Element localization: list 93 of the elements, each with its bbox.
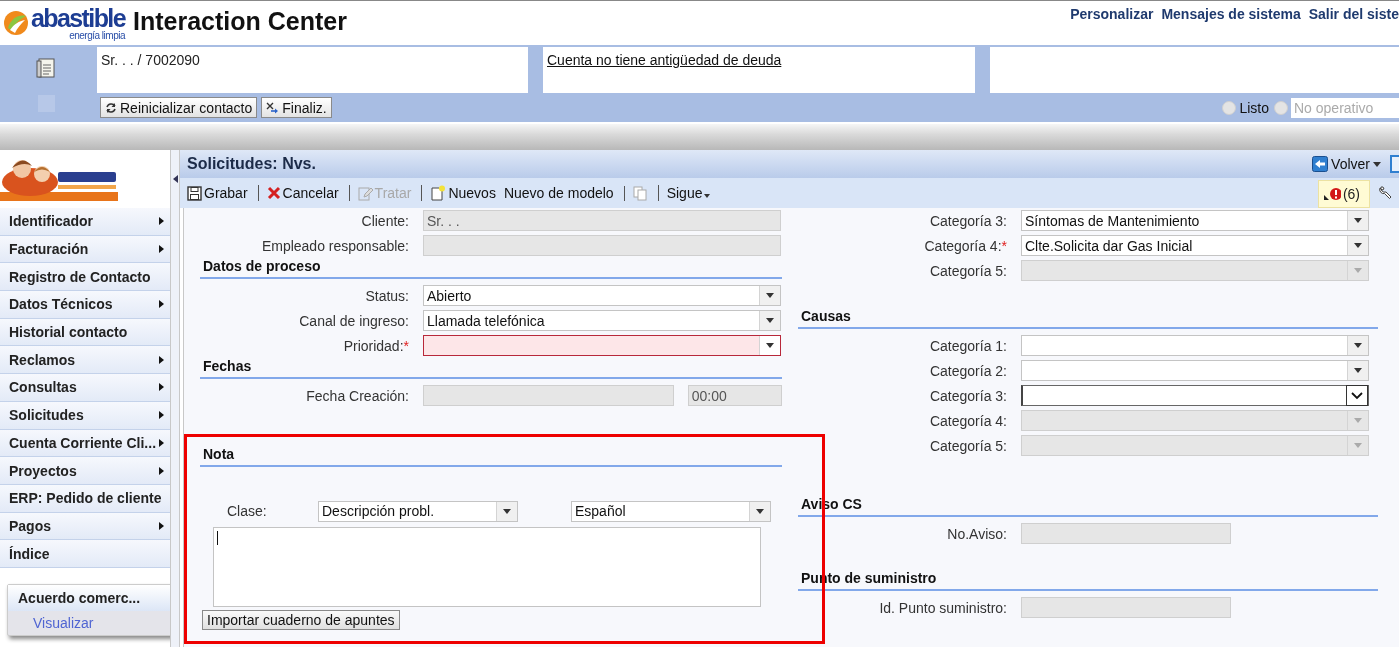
field-label: Canal de ingreso: bbox=[298, 312, 409, 329]
alert-icon bbox=[1322, 187, 1341, 201]
dropdown[interactable] bbox=[423, 335, 781, 356]
section-heading: Fechas bbox=[200, 358, 782, 379]
nav-item[interactable]: Proyectos bbox=[0, 457, 170, 485]
nav-item[interactable]: Historial contacto bbox=[0, 318, 170, 347]
import-button[interactable]: Importar cuaderno de apuntes bbox=[202, 610, 400, 630]
wrench-icon[interactable] bbox=[1378, 185, 1394, 201]
chevron-icon bbox=[1351, 391, 1363, 400]
field-label: Id. Punto suministro: bbox=[878, 599, 1007, 616]
dropdown[interactable]: Abierto bbox=[423, 285, 781, 306]
nav-item[interactable]: Reclamos bbox=[0, 346, 170, 375]
radio-label: Listo bbox=[1239, 99, 1269, 116]
nav-item[interactable]: Cuenta Corriente Cli... bbox=[0, 429, 170, 458]
nav-item[interactable]: Datos Técnicos bbox=[0, 291, 170, 319]
back-button[interactable]: Volver bbox=[1308, 156, 1385, 172]
refresh-icon bbox=[105, 101, 117, 114]
contact-button[interactable]: Finaliz. bbox=[261, 97, 332, 118]
field-label: Prioridad:* bbox=[342, 337, 409, 354]
nav-item[interactable]: Pagos bbox=[0, 512, 170, 541]
section-heading: Datos de proceso bbox=[200, 258, 782, 279]
field-label: Clase: bbox=[227, 503, 268, 519]
popup-title: Acuerdo comerc... bbox=[8, 584, 173, 611]
popup-link[interactable]: Visualizar bbox=[8, 610, 173, 635]
submenu-arrow-icon bbox=[159, 521, 164, 530]
clipboard-icon[interactable] bbox=[35, 57, 57, 79]
nav-item[interactable]: Identificador bbox=[0, 208, 170, 236]
submenu-arrow-icon bbox=[159, 383, 164, 392]
header-link[interactable]: Salir del siste bbox=[1308, 6, 1399, 22]
logo-wordmark: abastible bbox=[31, 5, 125, 31]
submenu-arrow-icon bbox=[159, 300, 164, 309]
toolbar-button[interactable]: Grabar bbox=[185, 185, 250, 201]
submenu-arrow-icon bbox=[159, 466, 164, 475]
save-icon bbox=[187, 185, 202, 201]
debt-link[interactable]: Cuenta no tiene antigüedad de deuda bbox=[547, 52, 782, 68]
radio-button[interactable] bbox=[1222, 100, 1237, 115]
contact-button[interactable]: Reinicializar contacto bbox=[100, 97, 258, 118]
toolbar-button[interactable]: Cancelar bbox=[257, 185, 341, 201]
message-badge[interactable]: (6) bbox=[1317, 180, 1370, 208]
time-field: 00:00 bbox=[687, 385, 782, 406]
new-document-icon bbox=[430, 185, 447, 201]
app-title: Interaction Center bbox=[133, 6, 347, 36]
dropdown[interactable]: Síntomas de Mantenimiento bbox=[1021, 210, 1369, 231]
dropdown[interactable]: Español bbox=[571, 500, 771, 522]
nav-item[interactable]: Solicitudes bbox=[0, 401, 170, 430]
submenu-arrow-icon bbox=[159, 245, 164, 254]
field-label: Categoría 4: bbox=[928, 412, 1007, 429]
caret-icon bbox=[704, 194, 711, 198]
nav-item[interactable]: Índice bbox=[0, 540, 170, 568]
submenu-arrow-icon bbox=[159, 217, 164, 226]
field-label: Categoría 1: bbox=[928, 337, 1007, 354]
field-label: Empleado responsable: bbox=[260, 237, 409, 254]
field-label: No.Aviso: bbox=[946, 525, 1007, 542]
field-label: Cliente: bbox=[360, 212, 409, 229]
field-label: Categoría 2: bbox=[928, 362, 1007, 379]
field-label: Categoría 3: bbox=[928, 212, 1007, 229]
field-label: Fecha Creación: bbox=[305, 387, 409, 404]
exit-icon bbox=[266, 101, 280, 114]
collapse-handle[interactable] bbox=[170, 150, 180, 647]
dropdown[interactable] bbox=[1021, 385, 1369, 406]
reason-field[interactable]: No operativo bbox=[1291, 97, 1399, 118]
input-field: Sr. . . bbox=[423, 210, 781, 231]
section-heading: Nota bbox=[200, 446, 782, 467]
customer-info: Sr. . . / 7002090 bbox=[101, 52, 200, 68]
field-label: Categoría 5: bbox=[928, 262, 1007, 279]
cross-icon bbox=[266, 186, 281, 200]
dropdown[interactable]: Clte.Solicita dar Gas Inicial bbox=[1021, 235, 1369, 256]
toolbar-button[interactable]: Sigue bbox=[657, 185, 713, 201]
dropdown[interactable]: Llamada telefónica bbox=[423, 310, 781, 331]
logo-icon bbox=[3, 10, 29, 36]
header-link[interactable]: Personalizar bbox=[1070, 6, 1154, 22]
field-label: Categoría 3: bbox=[928, 387, 1007, 404]
toolbar-button[interactable]: Nuevo de modelo bbox=[501, 185, 616, 201]
radio-button[interactable] bbox=[1274, 100, 1288, 115]
submenu-arrow-icon bbox=[159, 438, 164, 447]
dropdown[interactable]: Descripción probl. bbox=[318, 500, 518, 522]
nav-item[interactable]: Facturación bbox=[0, 235, 170, 264]
section-heading: Causas bbox=[798, 308, 1378, 329]
nav-item[interactable]: Registro de Contacto bbox=[0, 263, 170, 292]
toolbar-button[interactable]: Nuevos bbox=[421, 185, 498, 201]
nav-item[interactable]: Consultas bbox=[0, 374, 170, 402]
field-label: Categoría 5: bbox=[928, 437, 1007, 454]
header-link[interactable]: Mensajes de sistema bbox=[1161, 6, 1301, 22]
submenu-arrow-icon bbox=[159, 411, 164, 420]
submenu-arrow-icon bbox=[159, 355, 164, 364]
page-title: Solicitudes: Nvs. bbox=[187, 155, 316, 173]
field-label: Status: bbox=[364, 287, 409, 304]
field-label: Categoría 4:* bbox=[923, 237, 1007, 254]
copy-icon bbox=[632, 185, 648, 201]
window-icon[interactable] bbox=[1390, 155, 1399, 173]
pencil-icon bbox=[357, 185, 373, 201]
nav-item[interactable]: ERP: Pedido de cliente bbox=[0, 484, 170, 513]
logo-tagline: energía limpia bbox=[69, 31, 125, 41]
